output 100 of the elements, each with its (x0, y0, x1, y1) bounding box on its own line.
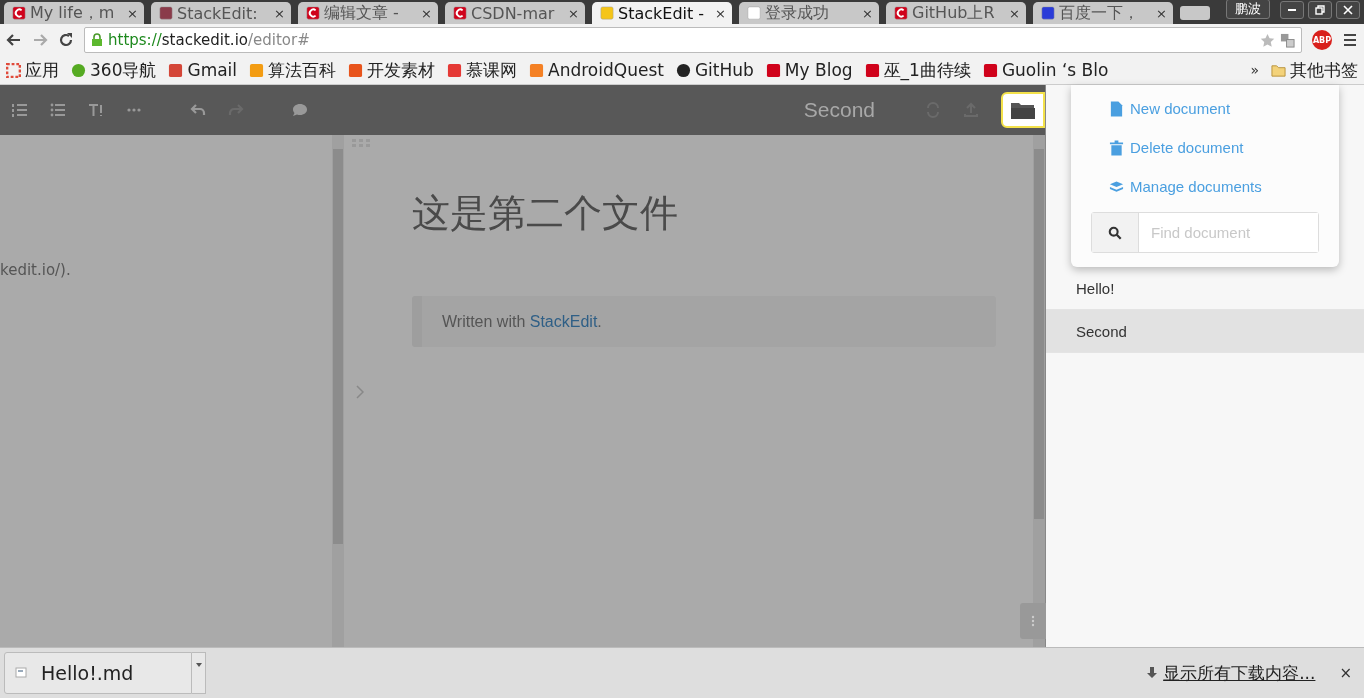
browser-tab[interactable]: StackEdit - × (592, 2, 732, 24)
close-icon[interactable]: × (568, 5, 579, 21)
bookmark[interactable]: 慕课网 (447, 58, 518, 82)
restore-button[interactable] (1308, 1, 1332, 19)
bookmark[interactable]: My Blog (765, 60, 853, 80)
browser-tab[interactable]: GitHub上R × (886, 2, 1026, 24)
tab-title: My life，m (30, 2, 116, 24)
folder-icon (1271, 62, 1286, 78)
tab-title: 百度一下， (1059, 2, 1140, 24)
favicon-icon (453, 6, 467, 20)
bookmark[interactable]: 算法百科 (249, 58, 337, 82)
translate-icon[interactable] (1280, 32, 1295, 48)
tab-title: StackEdit - (618, 3, 706, 23)
close-icon[interactable]: × (1339, 664, 1352, 682)
url-text: https://stackedit.io/editor# (108, 31, 310, 49)
bullet-list-icon[interactable] (50, 102, 66, 118)
chevron-right-icon[interactable] (356, 385, 364, 399)
tab-title: GitHub上R (912, 2, 996, 24)
bookmark-icon (765, 62, 781, 78)
bookmark-icon (71, 62, 86, 78)
adblock-button[interactable]: ABP (1312, 30, 1332, 50)
numbered-list-icon[interactable] (12, 102, 28, 118)
forward-icon[interactable] (32, 32, 48, 48)
back-icon[interactable] (6, 32, 22, 48)
menu-icon[interactable] (1342, 32, 1358, 48)
close-icon[interactable]: × (127, 5, 138, 21)
bookmark-label: 开发素材 (367, 58, 436, 82)
close-icon[interactable]: × (421, 5, 432, 21)
undo-icon[interactable] (190, 102, 206, 118)
favicon-icon (159, 6, 173, 20)
bookmark-icon (168, 62, 184, 78)
bookmark-label: 算法百科 (268, 58, 337, 82)
document-title: Second (803, 98, 875, 122)
bookmark[interactable]: 开发素材 (348, 58, 436, 82)
bookmark-folder[interactable]: 其他书签 (1271, 58, 1358, 82)
bookmark-icon (982, 62, 998, 78)
document-item[interactable]: Second (1046, 310, 1364, 353)
download-item[interactable]: Hello!.md (4, 652, 192, 694)
close-icon[interactable]: × (862, 5, 873, 21)
bookmark-label: 其他书签 (1290, 58, 1358, 82)
minimize-icon (1288, 9, 1296, 11)
bookmark[interactable]: GitHub (675, 60, 754, 80)
restore-icon (1315, 5, 1325, 15)
bookmark-label: 应用 (25, 58, 59, 82)
bookmark-label: GitHub (694, 60, 754, 80)
documents-button[interactable] (1001, 92, 1045, 128)
close-button[interactable] (1336, 1, 1360, 19)
bookmark-icon (675, 62, 691, 78)
heading-icon[interactable] (88, 102, 104, 118)
bookmark-icon (6, 62, 21, 78)
trash-icon (1109, 139, 1124, 156)
editor-text: kedit.io/). (0, 261, 71, 279)
minimize-button[interactable] (1280, 1, 1304, 19)
comment-icon[interactable] (292, 102, 308, 118)
more-bookmarks-button[interactable]: » (1250, 62, 1259, 78)
resize-handle-icon[interactable] (1020, 603, 1046, 639)
tab-title: CSDN-mar (471, 3, 556, 23)
search-icon[interactable] (1092, 213, 1139, 252)
close-icon[interactable]: × (715, 5, 726, 21)
browser-tab[interactable]: StackEdit: × (151, 2, 291, 24)
bookmark-icon (447, 62, 463, 78)
bookmark-label: My Blog (784, 60, 853, 80)
bookmark-icon (249, 62, 265, 78)
browser-tab[interactable]: 编辑文章 - × (298, 2, 438, 24)
close-icon[interactable]: × (274, 5, 285, 21)
browser-tab[interactable]: 百度一下， × (1033, 2, 1173, 24)
bookmark-label: Gmail (187, 60, 238, 80)
browser-tab[interactable]: CSDN-mar × (445, 2, 585, 24)
address-bar[interactable]: https://stackedit.io/editor# (84, 27, 1302, 53)
bookmark[interactable]: 巫_1曲待续 (864, 58, 971, 82)
bookmark-icon (348, 62, 364, 78)
close-icon (1343, 5, 1353, 15)
scrollbar[interactable] (332, 135, 344, 647)
bookmark[interactable]: 应用 (6, 58, 59, 82)
favicon-icon (600, 6, 614, 20)
browser-tab[interactable]: My life，m × (4, 2, 144, 24)
favicon-icon (747, 6, 761, 20)
close-icon[interactable]: × (1009, 5, 1020, 21)
folder-icon (1010, 100, 1036, 120)
star-icon[interactable] (1260, 32, 1275, 48)
new-tab-button[interactable] (1180, 6, 1210, 20)
browser-tab[interactable]: 登录成功 × (739, 2, 879, 24)
bookmark-label: 360导航 (90, 58, 157, 82)
tab-title: StackEdit: (177, 3, 259, 23)
preview-heading: 这是第二个文件 (412, 190, 679, 237)
profile-button[interactable]: 鹏波 (1226, 0, 1270, 19)
show-all-downloads-link[interactable]: 显示所有下载内容... (1163, 661, 1316, 685)
scrollbar[interactable] (1033, 135, 1045, 647)
download-icon (1147, 667, 1158, 679)
favicon-icon (12, 6, 26, 20)
file-icon (15, 667, 27, 679)
file-icon (1109, 100, 1124, 117)
reload-icon[interactable] (58, 32, 74, 48)
bookmark-label: 慕课网 (466, 58, 518, 82)
close-icon[interactable]: × (1156, 5, 1167, 21)
bookmark[interactable]: Gmail (168, 60, 238, 80)
bookmark[interactable]: 360导航 (71, 58, 157, 82)
dropdown-button[interactable] (192, 652, 206, 694)
favicon-icon (306, 6, 320, 20)
bookmark-label: 巫_1曲待续 (883, 58, 971, 82)
